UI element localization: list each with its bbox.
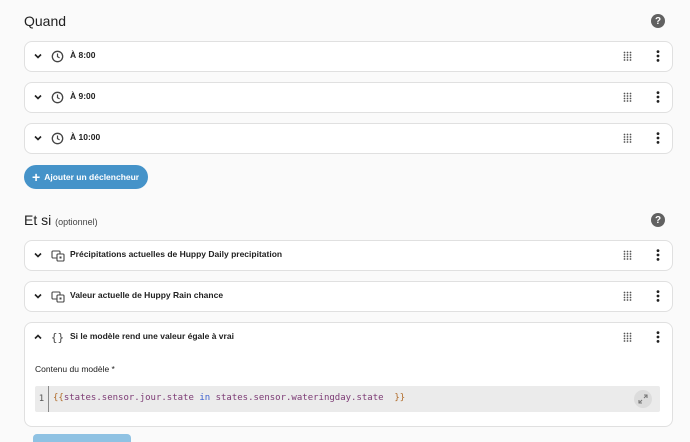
close-braces: }} (394, 393, 406, 403)
more-vert-icon[interactable] (656, 290, 660, 302)
device-state-icon (50, 248, 65, 263)
template-field-label: Contenu du modèle * (35, 364, 115, 374)
more-vert-icon[interactable] (656, 91, 660, 103)
template-condition-card[interactable]: {} Si le modèle rend une valeur égale à … (24, 322, 673, 427)
trigger-card[interactable]: À 10:00 (24, 123, 673, 154)
condition-label: Si le modèle rend une valeur égale à vra… (70, 331, 234, 341)
trigger-label: À 9:00 (70, 91, 96, 101)
line-number: 1 (35, 386, 49, 412)
drag-handle-icon[interactable] (623, 332, 632, 343)
drag-handle-icon[interactable] (623, 133, 632, 144)
clock-icon (50, 49, 65, 64)
code-keyword: in (199, 393, 211, 403)
more-vert-icon[interactable] (656, 50, 660, 62)
code-braces-icon: {} (50, 331, 65, 344)
clock-icon (50, 90, 65, 105)
chevron-down-icon[interactable] (33, 51, 43, 61)
more-vert-icon[interactable] (656, 331, 660, 343)
device-state-icon (50, 289, 65, 304)
conditions-subtitle: (optionnel) (55, 217, 98, 227)
template-code-editor[interactable]: 1 {{states.sensor.jour.state in states.s… (35, 386, 660, 412)
trigger-card[interactable]: À 8:00 (24, 41, 673, 72)
open-braces: {{ (53, 393, 64, 403)
condition-label: Valeur actuelle de Huppy Rain chance (70, 290, 224, 300)
drag-handle-icon[interactable] (623, 51, 632, 62)
conditions-title: Et si (24, 212, 52, 228)
code-after: states.sensor.wateringday.state (210, 393, 395, 403)
chevron-up-icon[interactable] (33, 332, 43, 342)
expand-icon (638, 394, 648, 404)
chevron-down-icon[interactable] (33, 250, 43, 260)
section-title-conditions: Et si (optionnel) (24, 212, 98, 228)
help-icon[interactable]: ? (651, 14, 665, 28)
drag-handle-icon[interactable] (623, 92, 632, 103)
trigger-label: À 8:00 (70, 50, 96, 60)
condition-card[interactable]: Valeur actuelle de Huppy Rain chance (24, 281, 673, 312)
more-vert-icon[interactable] (656, 249, 660, 261)
add-trigger-button[interactable]: + Ajouter un déclencheur (24, 165, 148, 189)
help-icon[interactable]: ? (651, 213, 665, 227)
add-trigger-label: Ajouter un déclencheur (44, 172, 140, 182)
condition-card[interactable]: Précipitations actuelles de Huppy Daily … (24, 240, 673, 271)
trigger-card[interactable]: À 9:00 (24, 82, 673, 113)
clock-icon (50, 131, 65, 146)
chevron-down-icon[interactable] (33, 291, 43, 301)
drag-handle-icon[interactable] (623, 250, 632, 261)
fullscreen-button[interactable] (634, 390, 652, 408)
condition-label: Précipitations actuelles de Huppy Daily … (70, 249, 283, 259)
section-title-when: Quand (24, 13, 67, 29)
code-line[interactable]: {{states.sensor.jour.state in states.sen… (53, 393, 453, 407)
chevron-down-icon[interactable] (33, 133, 43, 143)
more-vert-icon[interactable] (656, 132, 660, 144)
code-before: states.sensor.jour.state (63, 393, 200, 403)
chevron-down-icon[interactable] (33, 92, 43, 102)
add-condition-button-partial[interactable] (33, 434, 131, 442)
plus-icon: + (32, 169, 41, 185)
drag-handle-icon[interactable] (623, 291, 632, 302)
trigger-label: À 10:00 (70, 132, 101, 142)
